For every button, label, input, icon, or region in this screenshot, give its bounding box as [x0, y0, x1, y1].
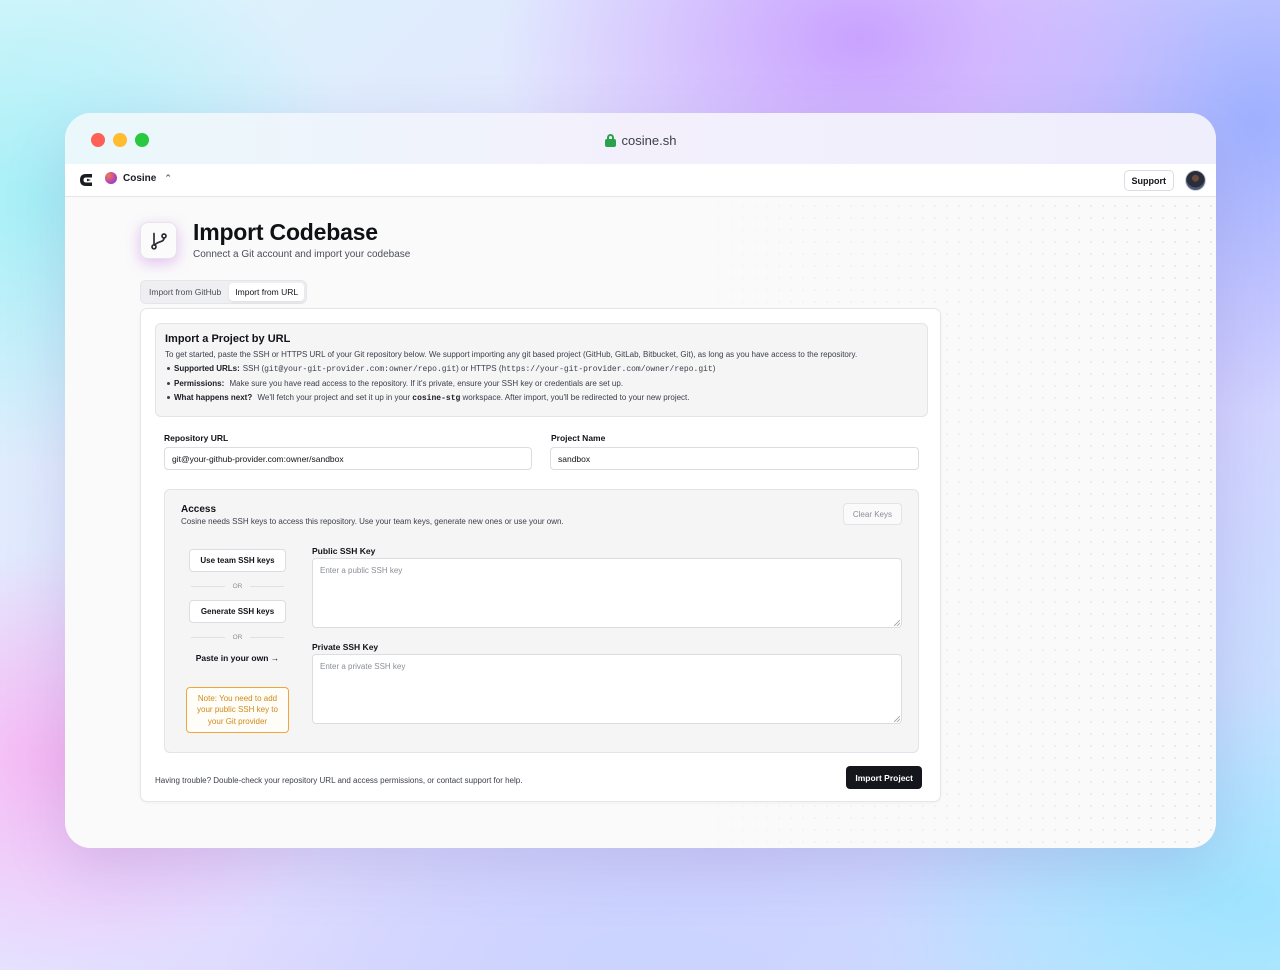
lock-icon: [604, 134, 616, 147]
import-header-badge: [140, 222, 177, 259]
clear-keys-button[interactable]: Clear Keys: [842, 503, 902, 525]
import-card: Import a Project by URL To get started, …: [140, 308, 941, 802]
permissions-label: Permissions:: [174, 379, 225, 388]
org-avatar: [105, 172, 117, 184]
public-key-textarea[interactable]: Enter a public SSH key: [312, 558, 902, 628]
private-key-placeholder: Enter a private SSH key: [320, 662, 406, 671]
tab-import-from-github[interactable]: Import from GitHub: [143, 283, 227, 301]
cosine-logo-icon[interactable]: [79, 173, 93, 187]
info-list: Supported URLs: SSH (git@your-git-provide…: [165, 364, 918, 403]
resize-handle-icon[interactable]: [894, 620, 900, 626]
git-branch-icon: [150, 232, 167, 250]
list-item: Supported URLs: SSH (git@your-git-provide…: [165, 364, 918, 374]
user-avatar[interactable]: [1185, 170, 1206, 191]
resize-handle-icon[interactable]: [894, 716, 900, 722]
import-project-button[interactable]: Import Project: [846, 766, 922, 789]
browser-window: cosine.sh Cosine ⌃ Support Import Codeba…: [65, 113, 1216, 848]
list-item: What happens next? We'll fetch your proj…: [165, 393, 918, 403]
app-viewport: Cosine ⌃ Support Import Codebase Connect…: [65, 164, 1216, 848]
private-key-textarea[interactable]: Enter a private SSH key: [312, 654, 902, 724]
access-description: Cosine needs SSH keys to access this rep…: [181, 517, 564, 526]
url-text: cosine.sh: [621, 133, 677, 148]
info-panel: Import a Project by URL To get started, …: [155, 323, 928, 417]
tab-import-from-url[interactable]: Import from URL: [229, 283, 305, 301]
chevron-updown-icon: ⌃: [164, 172, 172, 183]
support-button[interactable]: Support: [1123, 170, 1174, 191]
workspace-code: cosine-stg: [412, 394, 461, 403]
info-title: Import a Project by URL: [165, 333, 291, 345]
list-item: Permissions: Make sure you have read acc…: [165, 379, 918, 388]
page-title: Import Codebase: [193, 219, 378, 245]
access-panel: Access Cosine needs SSH keys to access t…: [164, 489, 919, 753]
address-bar[interactable]: cosine.sh: [65, 133, 1216, 148]
project-name-input[interactable]: sandbox: [550, 447, 919, 470]
import-tabs: Import from GitHub Import from URL: [140, 280, 308, 304]
page-subtitle: Connect a Git account and import your co…: [193, 249, 411, 260]
access-title: Access: [181, 504, 217, 515]
project-name-label: Project Name: [551, 433, 606, 443]
info-description: To get started, paste the SSH or HTTPS U…: [165, 350, 858, 359]
ssh-note: Note: You need to add your public SSH ke…: [186, 687, 289, 733]
public-key-label: Public SSH Key: [312, 546, 376, 556]
org-name: Cosine: [123, 172, 157, 184]
private-key-label: Private SSH Key: [312, 642, 379, 652]
or-separator: OR: [191, 632, 284, 642]
browser-titlebar: cosine.sh: [65, 113, 1216, 164]
help-text: Having trouble? Double-check your reposi…: [155, 776, 523, 785]
use-team-keys-button[interactable]: Use team SSH keys: [189, 549, 286, 572]
what-next-label: What happens next?: [174, 393, 253, 402]
public-key-placeholder: Enter a public SSH key: [320, 566, 403, 575]
or-separator: OR: [191, 581, 284, 591]
paste-own-keys-link[interactable]: Paste in your own →: [189, 653, 286, 663]
https-example-code: https://your-git-provider.com/owner/repo…: [501, 365, 713, 374]
ssh-example-code: git@your-git-provider.com:owner/repo.git: [264, 365, 457, 374]
top-navigation: Cosine ⌃ Support: [65, 164, 1216, 197]
generate-keys-button[interactable]: Generate SSH keys: [189, 600, 286, 623]
supported-urls-label: Supported URLs:: [174, 364, 240, 373]
repo-url-input[interactable]: git@your-github-provider.com:owner/sandb…: [164, 447, 532, 470]
repo-url-label: Repository URL: [164, 433, 229, 443]
org-switcher[interactable]: Cosine ⌃: [105, 172, 172, 184]
